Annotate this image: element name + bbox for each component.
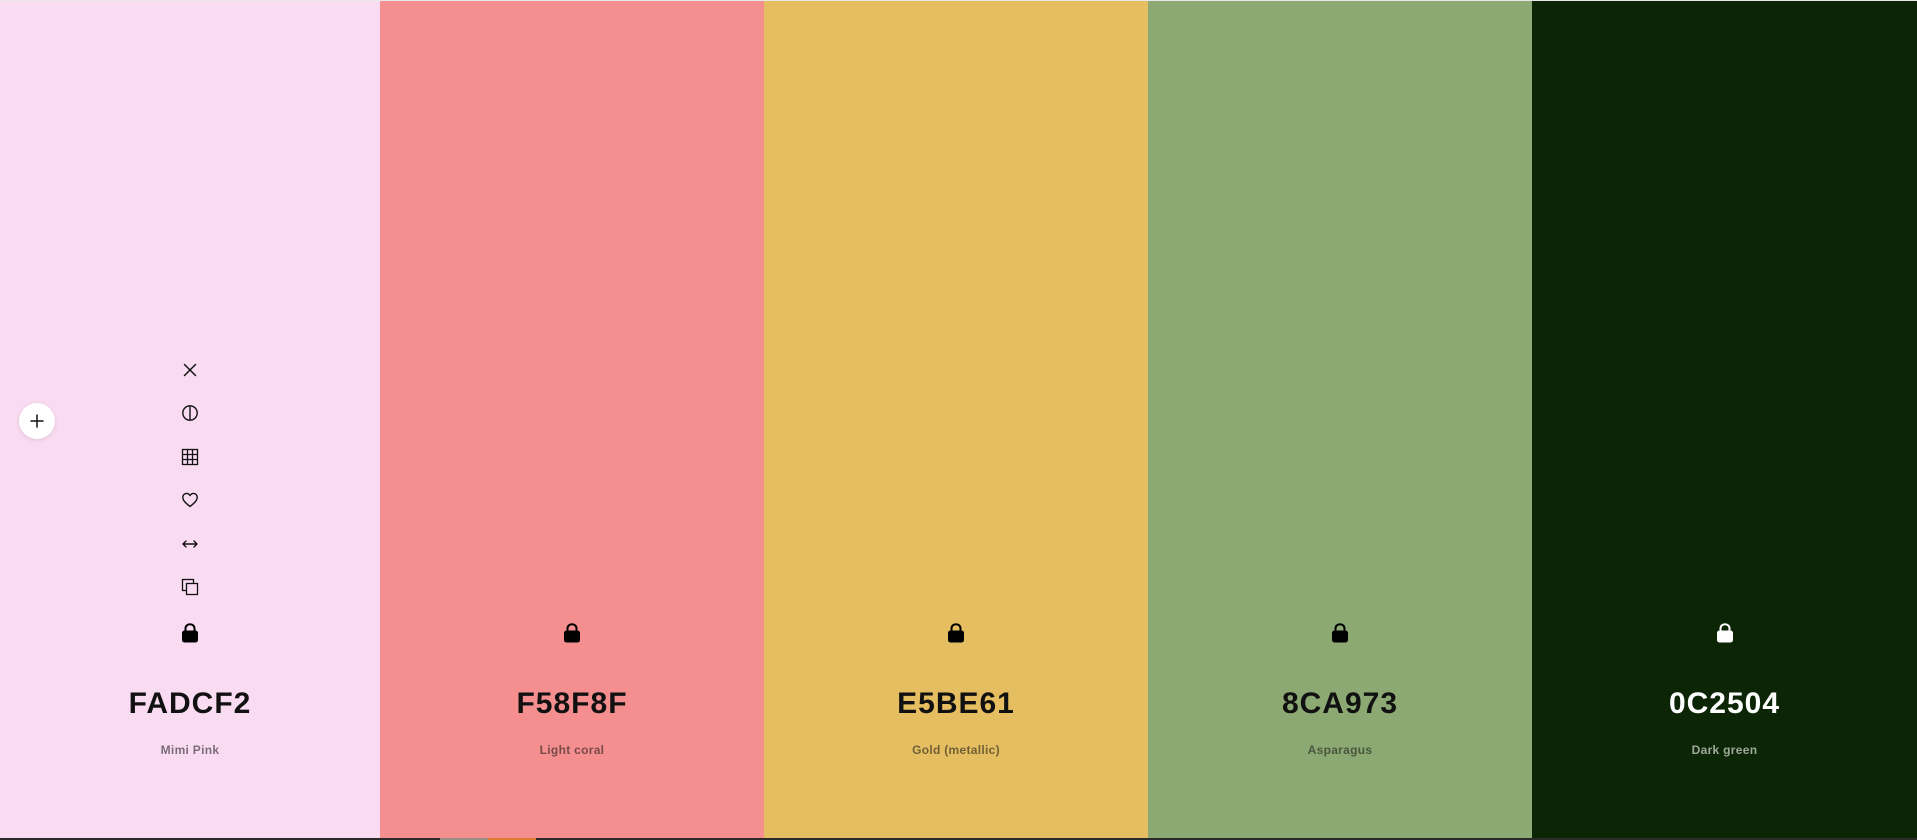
- color-name: Light coral: [539, 743, 605, 757]
- drag-button[interactable]: [176, 530, 204, 558]
- swatch-toolbar: [176, 356, 204, 616]
- lock-icon: [182, 623, 198, 643]
- lock-icon: [1716, 623, 1733, 643]
- arrows-horizontal-icon: [182, 539, 198, 548]
- lock-button[interactable]: [943, 619, 969, 647]
- hex-code[interactable]: F58F8F: [380, 687, 764, 721]
- color-name: Dark green: [1691, 743, 1758, 757]
- lock-button[interactable]: [559, 619, 585, 647]
- contrast-button[interactable]: [176, 399, 204, 427]
- lock-icon: [564, 623, 580, 643]
- color-palette: FADCF2 Mimi Pink F58F8F Light coral E5BE…: [0, 0, 1917, 838]
- color-name: Mimi Pink: [160, 743, 220, 757]
- color-name: Asparagus: [1307, 743, 1373, 757]
- lock-button[interactable]: [1712, 619, 1738, 647]
- heart-icon: [182, 492, 198, 508]
- color-swatch-3[interactable]: E5BE61 Gold (metallic): [764, 1, 1148, 838]
- lock-icon: [948, 623, 964, 643]
- color-name: Gold (metallic): [912, 743, 1000, 757]
- color-swatch-5[interactable]: 0C2504 Dark green: [1532, 1, 1917, 838]
- remove-color-button[interactable]: [176, 356, 204, 384]
- hex-code[interactable]: FADCF2: [0, 687, 380, 721]
- add-color-button[interactable]: [19, 403, 55, 439]
- color-swatch-2[interactable]: F58F8F Light coral: [380, 1, 764, 838]
- copy-icon: [181, 578, 199, 596]
- color-swatch-4[interactable]: 8CA973 Asparagus: [1148, 1, 1532, 838]
- lock-button[interactable]: [177, 619, 203, 647]
- color-swatch-1[interactable]: FADCF2 Mimi Pink: [0, 1, 380, 838]
- shades-button[interactable]: [176, 443, 204, 471]
- hex-code[interactable]: 8CA973: [1148, 687, 1532, 721]
- plus-icon: [30, 414, 44, 428]
- hex-code[interactable]: 0C2504: [1532, 687, 1917, 721]
- lock-button[interactable]: [1327, 619, 1353, 647]
- hex-code[interactable]: E5BE61: [764, 687, 1148, 721]
- copy-button[interactable]: [176, 573, 204, 601]
- close-icon: [183, 363, 197, 377]
- lock-icon: [1332, 623, 1348, 643]
- favorite-button[interactable]: [176, 486, 204, 514]
- grid-icon: [181, 448, 199, 465]
- contrast-icon: [182, 405, 198, 422]
